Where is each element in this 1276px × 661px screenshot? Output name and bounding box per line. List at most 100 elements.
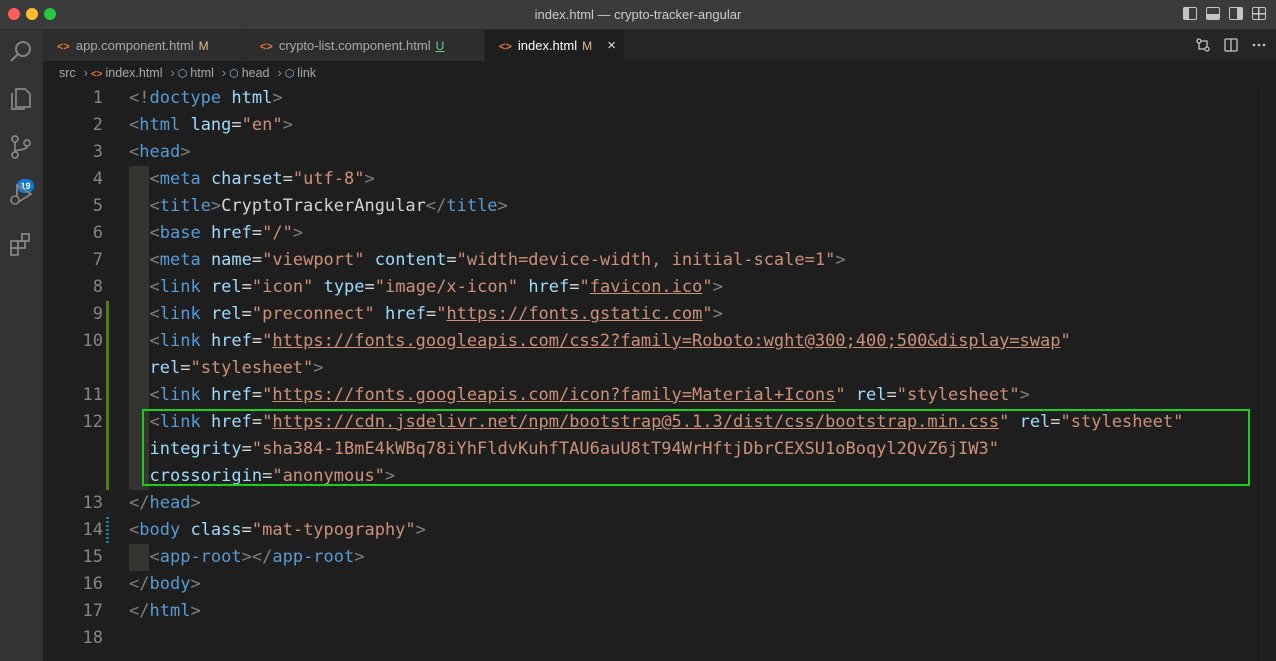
breadcrumb-item-html[interactable]: html bbox=[190, 66, 214, 80]
code-token: </ bbox=[129, 601, 150, 621]
tab-index-html[interactable]: <> index.html M × bbox=[485, 30, 625, 61]
code-token: app-root bbox=[272, 547, 355, 567]
code-token: rel bbox=[149, 358, 181, 378]
code-line: <head> bbox=[129, 139, 190, 166]
code-token: </ bbox=[129, 493, 150, 513]
code-token: > bbox=[292, 223, 304, 243]
code-token: "/" bbox=[262, 223, 293, 243]
code-token: href bbox=[210, 331, 252, 351]
code-token: crossorigin bbox=[149, 466, 263, 486]
git-added-gutter bbox=[106, 301, 109, 490]
breadcrumb-item-file[interactable]: index.html bbox=[106, 66, 163, 80]
code-token: > bbox=[272, 88, 283, 108]
code-token: body bbox=[149, 574, 191, 594]
layout-controls bbox=[1183, 7, 1266, 20]
source-control-icon[interactable] bbox=[7, 133, 35, 161]
code-token: = bbox=[251, 385, 263, 405]
code-token: " bbox=[262, 331, 273, 351]
code-token: </ bbox=[251, 547, 273, 567]
toggle-panel-icon[interactable] bbox=[1206, 7, 1220, 20]
code-token: "stylesheet" bbox=[896, 385, 1020, 405]
customize-layout-icon[interactable] bbox=[1252, 7, 1266, 20]
explorer-icon[interactable] bbox=[7, 85, 35, 113]
line-number: 13 bbox=[82, 493, 103, 513]
code-token: < bbox=[149, 304, 160, 324]
tab-crypto-list-component-html[interactable]: <> crypto-list.component.html U bbox=[246, 30, 485, 61]
breadcrumb-item-link[interactable]: link bbox=[297, 66, 316, 80]
open-changes-icon[interactable] bbox=[1196, 38, 1210, 55]
line-number: 8 bbox=[92, 277, 103, 297]
code-editor[interactable]: 1 <!doctype html> 2 <html lang="en"> 3 <head>… bbox=[43, 85, 1276, 661]
code-token: " bbox=[702, 277, 713, 297]
code-token: = bbox=[231, 115, 242, 135]
line-number: 7 bbox=[92, 250, 103, 270]
tab-app-component-html[interactable]: <> app.component.html M bbox=[43, 30, 246, 61]
chevron-right-icon: › bbox=[221, 66, 227, 80]
code-token: < bbox=[149, 547, 160, 567]
code-token: href bbox=[528, 277, 570, 297]
code-token: = bbox=[180, 358, 191, 378]
title-bar: index.html — crypto-tracker-angular bbox=[0, 0, 1276, 30]
code-token: class bbox=[190, 520, 242, 540]
vertical-scrollbar[interactable] bbox=[1261, 85, 1276, 661]
code-token: "anonymous" bbox=[272, 466, 385, 486]
toggle-secondary-sidebar-icon[interactable] bbox=[1229, 7, 1243, 20]
code-line: <link rel="icon" type="image/x-icon" hre… bbox=[129, 274, 723, 301]
split-editor-icon[interactable] bbox=[1224, 38, 1238, 55]
more-actions-icon[interactable] bbox=[1252, 38, 1266, 55]
close-tab-icon[interactable]: × bbox=[607, 30, 616, 61]
code-token: < bbox=[149, 223, 160, 243]
code-token: = bbox=[241, 304, 252, 324]
line-number: 16 bbox=[82, 574, 103, 594]
code-token: > bbox=[1019, 385, 1030, 405]
line-number: 5 bbox=[92, 196, 103, 216]
code-token: "mat-typography" bbox=[251, 520, 416, 540]
code-token: > bbox=[415, 520, 426, 540]
line-number: 15 bbox=[82, 547, 103, 567]
code-token: html bbox=[231, 88, 273, 108]
code-token: > bbox=[210, 196, 222, 216]
line-number: 17 bbox=[82, 601, 103, 621]
editor-actions bbox=[1196, 38, 1266, 55]
modified-indicator: M bbox=[198, 39, 209, 53]
html-file-icon: <> bbox=[57, 41, 70, 53]
code-token: > bbox=[190, 574, 201, 594]
extensions-icon[interactable] bbox=[7, 230, 35, 258]
code-token: > bbox=[384, 466, 396, 486]
code-token: = bbox=[262, 466, 273, 486]
code-token: title bbox=[446, 196, 498, 216]
line-number: 11 bbox=[82, 385, 103, 405]
code-token: " bbox=[579, 277, 590, 297]
code-token: < bbox=[129, 520, 140, 540]
code-token: </ bbox=[129, 574, 150, 594]
editor-tab-bar: <> app.component.html M <> crypto-list.comp… bbox=[43, 30, 1276, 61]
toggle-primary-sidebar-icon[interactable] bbox=[1183, 7, 1197, 20]
chevron-right-icon: › bbox=[277, 66, 282, 80]
code-token: > bbox=[180, 142, 191, 162]
tab-label: index.html bbox=[517, 38, 578, 53]
code-token: > bbox=[712, 277, 723, 297]
code-token: rel bbox=[1019, 412, 1051, 432]
run-debug-icon[interactable] bbox=[7, 180, 35, 208]
breadcrumb-item-head[interactable]: head bbox=[242, 66, 270, 80]
code-token: > bbox=[282, 115, 293, 135]
code-token: integrity bbox=[149, 439, 242, 459]
code-token: CryptoTrackerAngular bbox=[221, 196, 426, 216]
breadcrumb-item-src[interactable]: src bbox=[59, 66, 76, 80]
code-token: "preconnect" bbox=[251, 304, 375, 324]
code-line: <base href="/"> bbox=[129, 220, 303, 247]
search-icon[interactable] bbox=[7, 38, 35, 66]
code-token: > bbox=[364, 169, 375, 189]
line-number: 3 bbox=[92, 142, 103, 162]
code-token: <! bbox=[129, 88, 150, 108]
